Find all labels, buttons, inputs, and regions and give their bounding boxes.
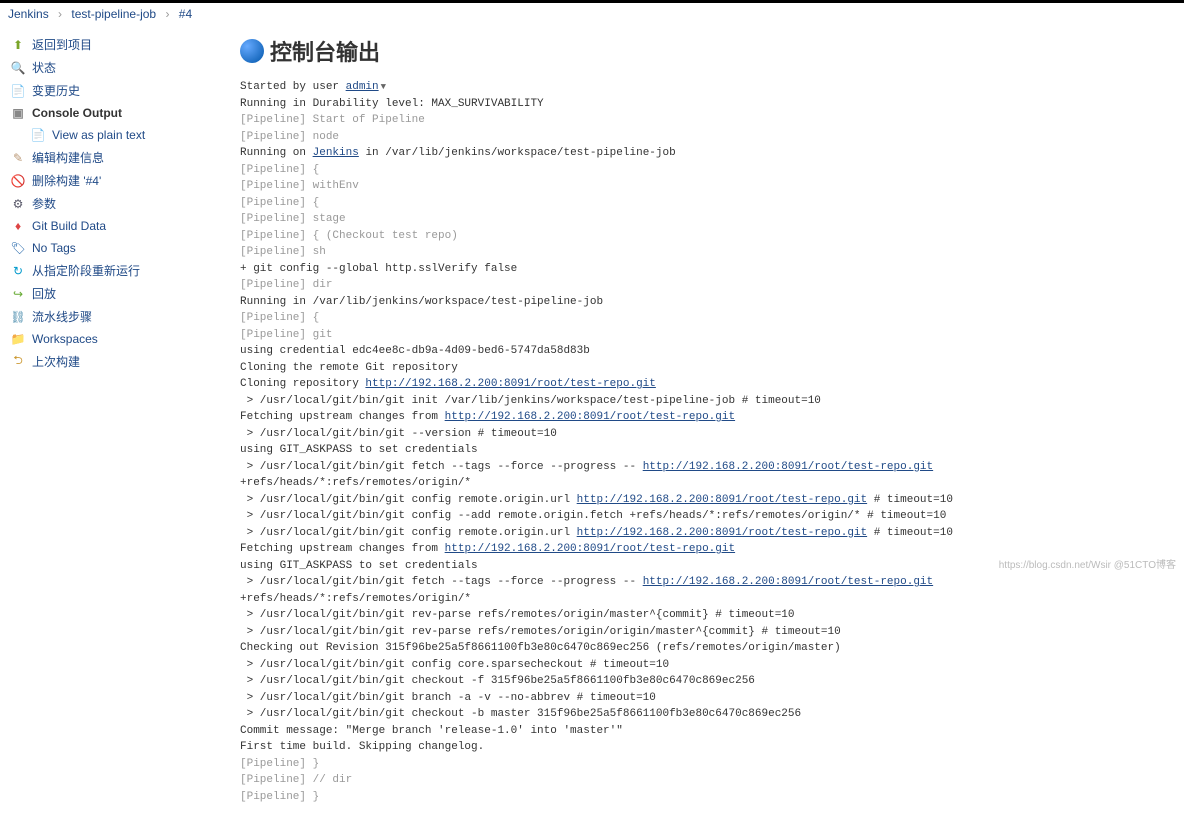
repo-link[interactable]: http://192.168.2.200:8091/root/test-repo… bbox=[577, 494, 867, 506]
crumb-jenkins[interactable]: Jenkins bbox=[8, 7, 49, 21]
crumb-build[interactable]: #4 bbox=[179, 7, 192, 21]
repo-link[interactable]: http://192.168.2.200:8091/root/test-repo… bbox=[643, 461, 933, 473]
sidebar-item-restart[interactable]: ↻ 从指定阶段重新运行 bbox=[0, 259, 220, 282]
page-title: 控制台输出 bbox=[240, 35, 1164, 67]
chevron-right-icon: › bbox=[165, 7, 169, 21]
sidebar-item-label: 返回到项目 bbox=[32, 36, 92, 53]
status-ball-icon bbox=[240, 39, 264, 63]
chevron-down-icon[interactable]: ▼ bbox=[381, 82, 386, 92]
delete-icon: 🚫 bbox=[10, 173, 26, 189]
sidebar-item-back[interactable]: ⬆ 返回到项目 bbox=[0, 33, 220, 56]
sidebar-item-workspaces[interactable]: 📁 Workspaces bbox=[0, 328, 220, 350]
folder-icon: 📁 bbox=[10, 331, 26, 347]
sidebar-item-tags[interactable]: 🏷 No Tags bbox=[0, 237, 220, 259]
edit-icon: ✎ bbox=[10, 150, 26, 166]
sidebar-item-status[interactable]: 🔍 状态 bbox=[0, 56, 220, 79]
sidebar-item-git[interactable]: ♦ Git Build Data bbox=[0, 215, 220, 237]
sidebar-item-changes[interactable]: 📄 变更历史 bbox=[0, 79, 220, 102]
sidebar-item-label: 编辑构建信息 bbox=[32, 149, 104, 166]
sidebar-item-label: 状态 bbox=[32, 59, 56, 76]
terminal-icon: ▣ bbox=[10, 105, 26, 121]
previous-icon: ⮌ bbox=[10, 354, 26, 370]
git-icon: ♦ bbox=[10, 218, 26, 234]
sidebar-item-plaintext[interactable]: 📄 View as plain text bbox=[0, 124, 220, 146]
sidebar-item-label: Git Build Data bbox=[32, 219, 106, 233]
sidebar-item-label: Workspaces bbox=[32, 332, 98, 346]
sidebar-item-label: No Tags bbox=[32, 241, 76, 255]
sidebar-item-console[interactable]: ▣ Console Output bbox=[0, 102, 220, 124]
repo-link[interactable]: http://192.168.2.200:8091/root/test-repo… bbox=[365, 378, 655, 390]
search-icon: 🔍 bbox=[10, 60, 26, 76]
tag-icon: 🏷 bbox=[10, 240, 26, 256]
repo-link[interactable]: http://192.168.2.200:8091/root/test-repo… bbox=[577, 527, 867, 539]
repo-link[interactable]: http://192.168.2.200:8091/root/test-repo… bbox=[445, 543, 735, 555]
document-icon: 📄 bbox=[10, 83, 26, 99]
sidebar-item-label: 从指定阶段重新运行 bbox=[32, 262, 140, 279]
sidebar-item-replay[interactable]: ↪ 回放 bbox=[0, 282, 220, 305]
page-heading: 控制台输出 bbox=[270, 35, 380, 67]
restart-icon: ↻ bbox=[10, 263, 26, 279]
pipeline-icon: ⛓ bbox=[10, 309, 26, 325]
user-link[interactable]: admin bbox=[346, 81, 379, 93]
sidebar-item-label: 上次构建 bbox=[32, 353, 80, 370]
sidebar-item-label: 流水线步骤 bbox=[32, 308, 92, 325]
sidebar-item-label: 参数 bbox=[32, 195, 56, 212]
sidebar-item-params[interactable]: ⚙ 参数 bbox=[0, 192, 220, 215]
node-link[interactable]: Jenkins bbox=[313, 147, 359, 159]
up-arrow-icon: ⬆ bbox=[10, 37, 26, 53]
sidebar: ⬆ 返回到项目 🔍 状态 📄 变更历史 ▣ Console Output 📄 View a… bbox=[0, 25, 220, 815]
console-output: Started by user admin▼ Running in Durabi… bbox=[240, 79, 1164, 805]
sidebar-item-delete[interactable]: 🚫 删除构建 '#4' bbox=[0, 169, 220, 192]
sidebar-item-steps[interactable]: ⛓ 流水线步骤 bbox=[0, 305, 220, 328]
crumb-job[interactable]: test-pipeline-job bbox=[71, 7, 156, 21]
breadcrumb: Jenkins › test-pipeline-job › #4 bbox=[0, 3, 1184, 25]
sidebar-item-label: View as plain text bbox=[52, 128, 145, 142]
sidebar-item-label: 删除构建 '#4' bbox=[32, 172, 101, 189]
gear-icon: ⚙ bbox=[10, 196, 26, 212]
sidebar-item-label: 变更历史 bbox=[32, 82, 80, 99]
repo-link[interactable]: http://192.168.2.200:8091/root/test-repo… bbox=[643, 576, 933, 588]
sidebar-item-label: 回放 bbox=[32, 285, 56, 302]
sidebar-item-label: Console Output bbox=[32, 106, 122, 120]
watermark: https://blog.csdn.net/Wsir @51CTO博客 bbox=[999, 556, 1176, 571]
main-content: 控制台输出 Started by user admin▼ Running in … bbox=[220, 25, 1184, 815]
document-icon: 📄 bbox=[30, 127, 46, 143]
chevron-right-icon: › bbox=[58, 7, 62, 21]
repo-link[interactable]: http://192.168.2.200:8091/root/test-repo… bbox=[445, 411, 735, 423]
replay-icon: ↪ bbox=[10, 286, 26, 302]
sidebar-item-edit[interactable]: ✎ 编辑构建信息 bbox=[0, 146, 220, 169]
sidebar-item-previous[interactable]: ⮌ 上次构建 bbox=[0, 350, 220, 373]
